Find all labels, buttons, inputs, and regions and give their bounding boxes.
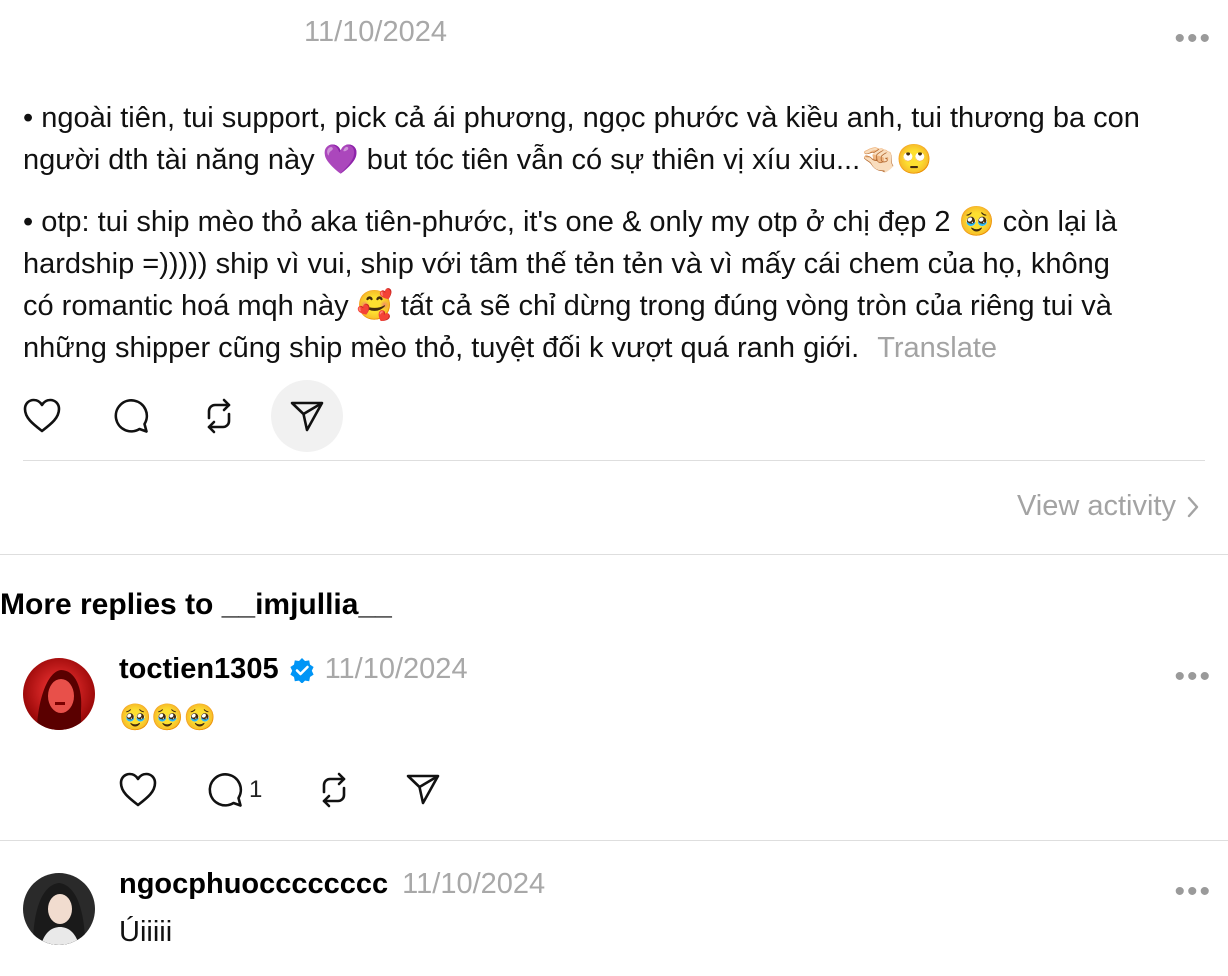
verified-icon [289,657,314,683]
share-button[interactable] [271,380,343,452]
like-button[interactable] [119,772,157,808]
share-icon [406,774,440,805]
comment-icon [208,773,243,807]
username[interactable]: toctien1305 [119,653,279,686]
comment-icon [114,399,149,433]
username[interactable]: ngocphuocccccccc [119,868,388,901]
avatar[interactable] [23,873,95,945]
post-text-last-line: những shipper cũng ship mèo thỏ, tuyệt đ… [23,327,997,370]
section-title: More replies to __imjullia__ [0,588,392,621]
repost-button[interactable] [201,398,237,434]
comment-button[interactable]: 1 [207,772,262,808]
avatar[interactable] [23,658,95,730]
translate-link[interactable]: Translate [877,332,997,364]
post-date: 11/10/2024 [304,16,447,48]
post-text-line: người dth tài năng này 💜 but tóc tiên vẫ… [23,144,933,176]
reply-more-icon[interactable]: ••• [1174,662,1212,692]
like-button[interactable] [23,398,61,434]
reply-text: 🥹🥹🥹 [119,703,217,733]
comment-button[interactable] [113,398,149,434]
repost-icon [207,398,231,434]
repost-button[interactable] [316,772,352,808]
reply-header: toctien1305 11/10/2024 [119,653,468,686]
divider [23,460,1205,461]
heart-icon [23,398,61,433]
view-activity-link[interactable]: View activity [1017,490,1200,523]
share-button[interactable] [406,772,440,806]
reply-divider [0,840,1228,841]
repost-icon [322,772,346,808]
reply-text: Úiiiii [119,916,173,948]
post-text-line: những shipper cũng ship mèo thỏ, tuyệt đ… [23,332,860,364]
reply-date: 11/10/2024 [402,868,546,900]
post-text-line: có romantic hoá mqh này 🥰 tất cả sẽ chỉ … [23,290,1112,322]
post-action-bar [23,380,353,452]
comment-count: 1 [249,776,263,803]
reply-action-bar: 1 [119,770,459,810]
reply-header: ngocphuocccccccc 11/10/2024 [119,868,545,901]
reply-more-icon[interactable]: ••• [1174,877,1212,907]
heart-icon [119,772,157,807]
post-text-line: • ngoài tiên, tui support, pick cả ái ph… [23,102,1140,134]
chevron-right-icon [1187,496,1199,517]
section-divider [0,554,1228,555]
reply-date: 11/10/2024 [324,653,468,685]
share-icon [290,401,324,432]
post-text-line: hardship =))))) ship vì vui, ship với tâ… [23,248,1110,280]
view-activity-label: View activity [1016,490,1176,522]
post-text-line: • otp: tui ship mèo thỏ aka tiên-phước, … [23,206,1118,238]
post-more-icon[interactable]: ••• [1174,24,1212,54]
